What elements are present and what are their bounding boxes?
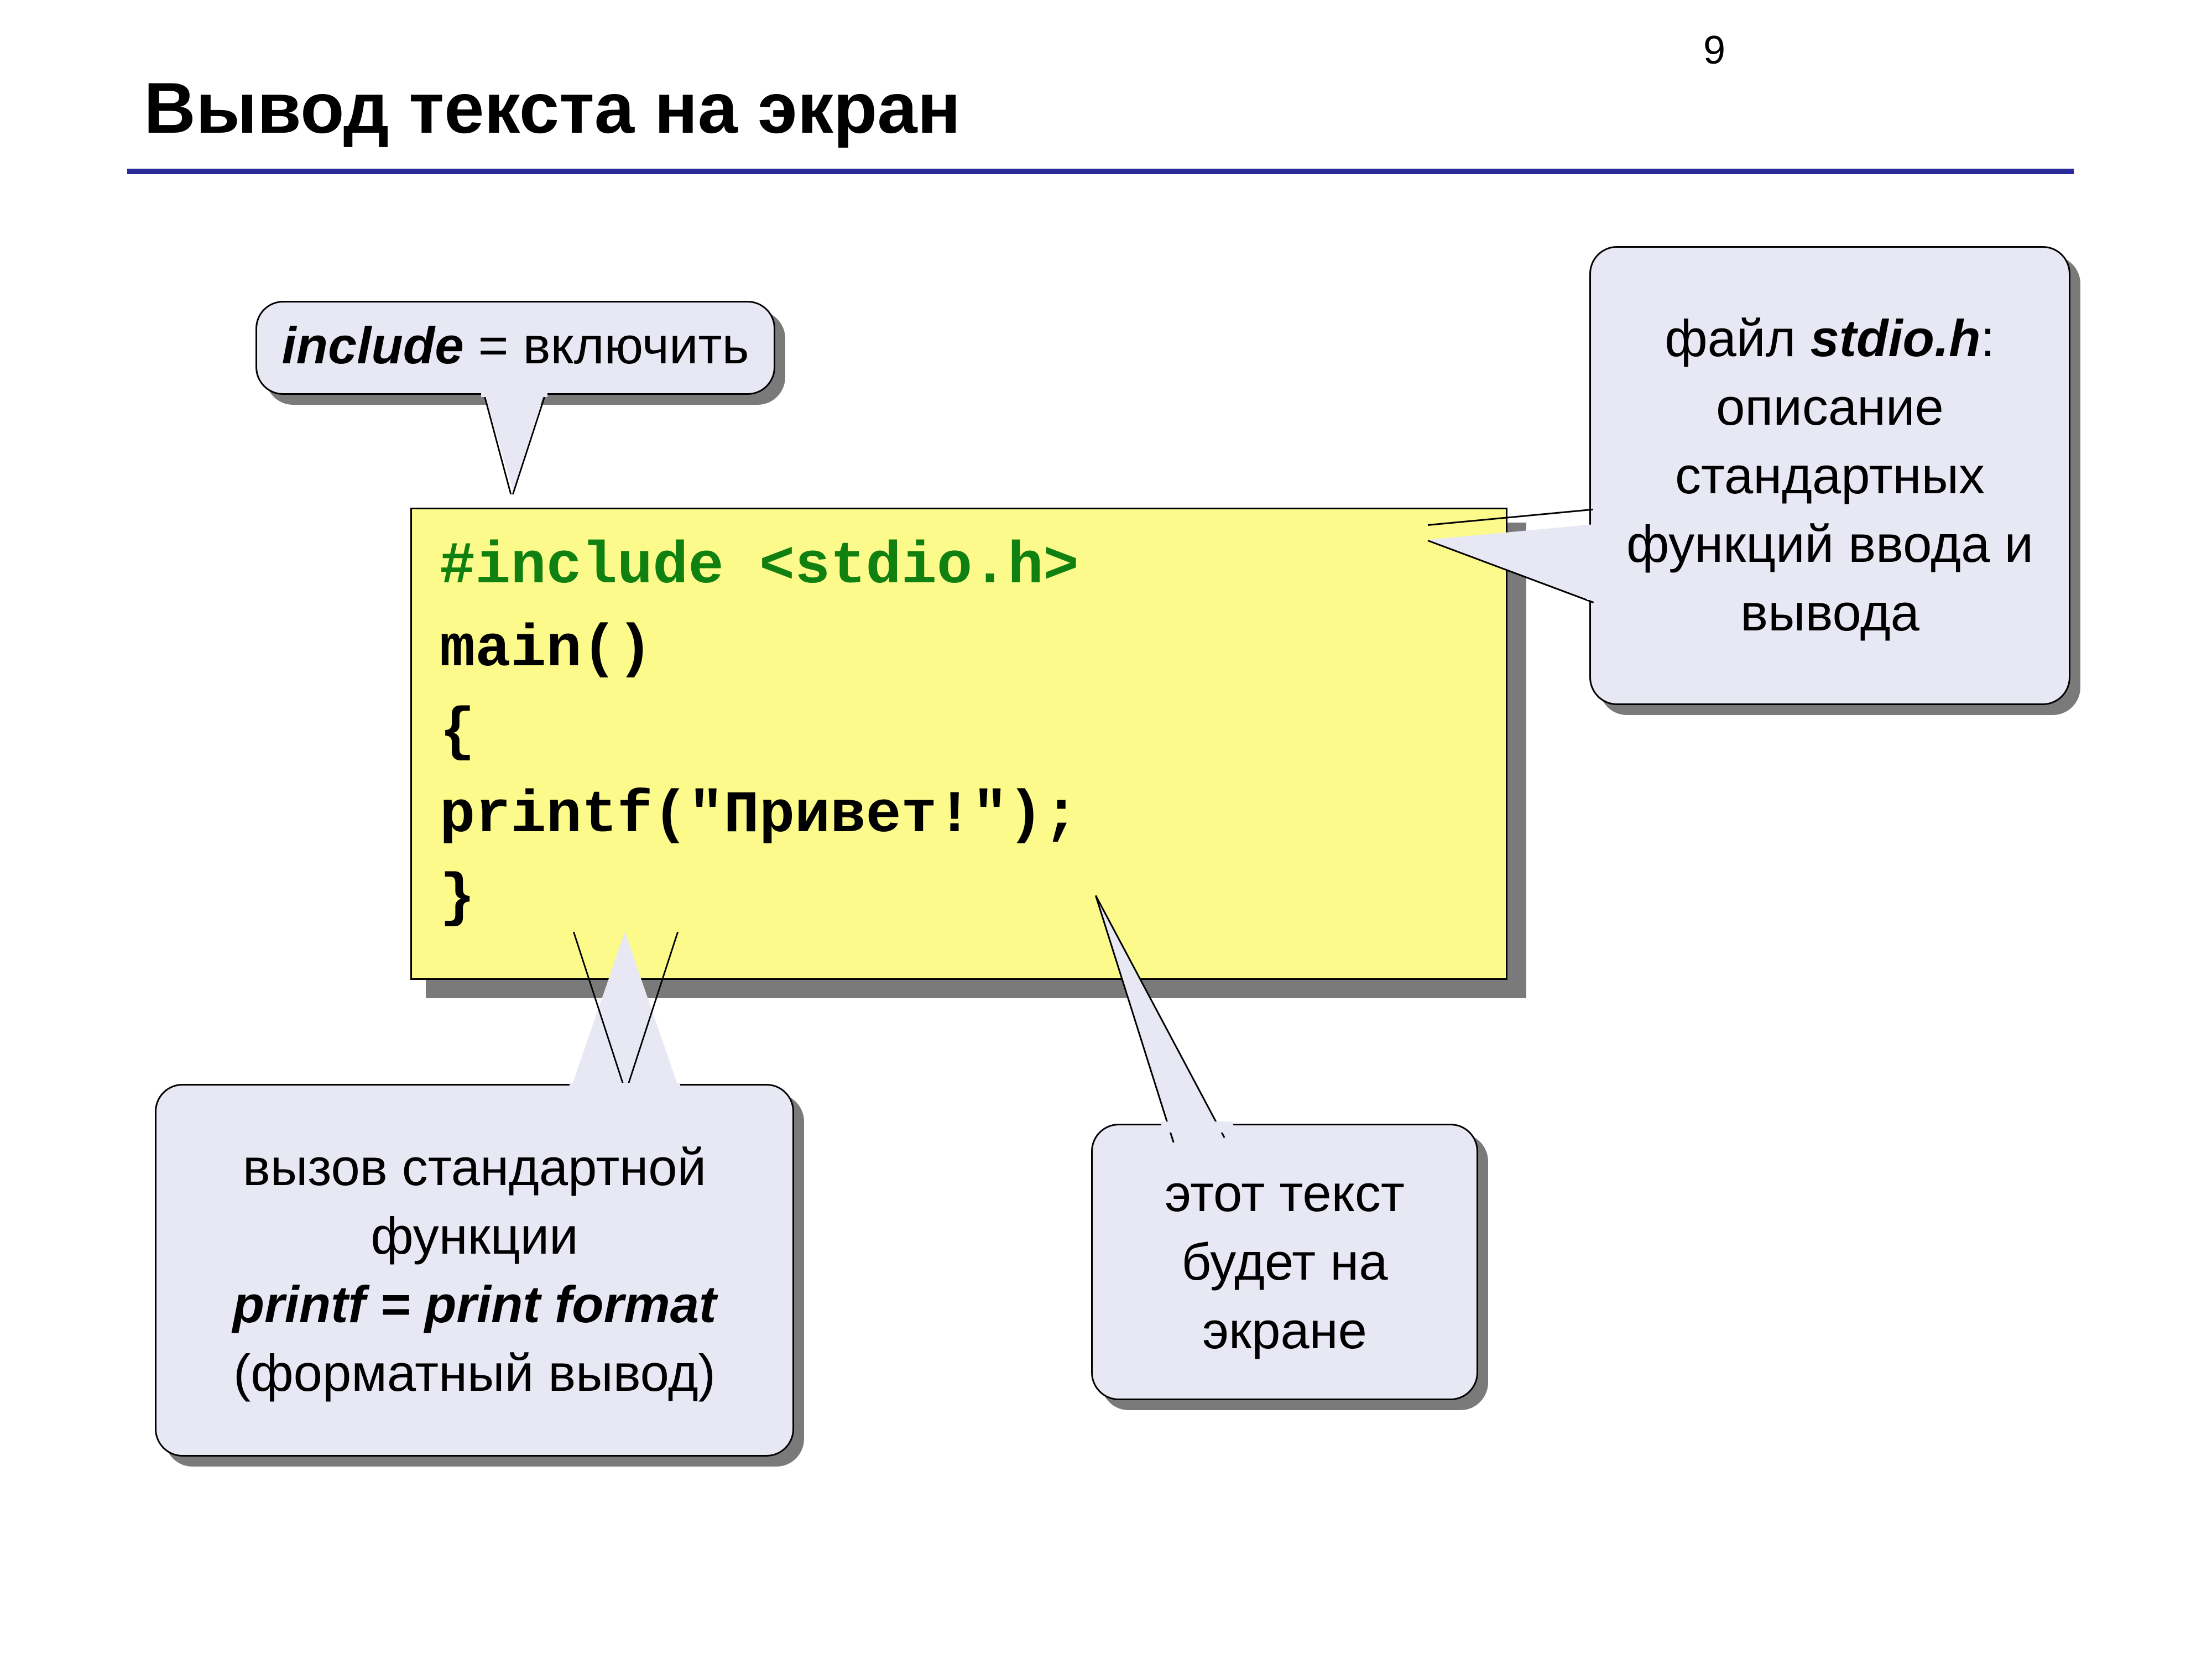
callout-include-rest: = включить	[464, 316, 749, 374]
code-open-brace: {	[440, 700, 475, 766]
code-printf-line: printf("Привет!");	[440, 782, 1079, 849]
code-block: #include <stdio.h> main() { printf("Прив…	[410, 508, 1507, 980]
title-underline	[127, 169, 2074, 174]
callout-screen: этот текст будет на экране	[1091, 1124, 1478, 1400]
page-number: 9	[1703, 28, 1725, 73]
code-include-line: #include <stdio.h>	[440, 534, 1079, 601]
callout-stdio-prefix: файл	[1665, 309, 1810, 367]
callout-printf-line3: (форматный вывод)	[173, 1339, 776, 1407]
callout-printf-em: printf = print format	[173, 1270, 776, 1339]
callout-include-tail	[484, 392, 545, 491]
slide-title: Вывод текста на экран	[144, 66, 961, 149]
callout-printf-line1: вызов стандартной функции	[173, 1133, 776, 1270]
code-close-brace: }	[440, 865, 475, 932]
code-main-line: main()	[440, 617, 653, 684]
callout-printf: вызов стандартной функции printf = print…	[155, 1084, 794, 1457]
slide: 9 Вывод текста на экран #include <stdio.…	[0, 0, 2212, 1659]
callout-screen-text: этот текст будет на экране	[1107, 1159, 1463, 1365]
callout-include-em: include	[281, 316, 463, 374]
callout-stdio-em: stdio.h	[1810, 309, 1980, 367]
callout-include: include = включить	[255, 301, 775, 395]
callout-stdio: файл stdio.h: описание стандартных функц…	[1589, 246, 2070, 705]
code-content: #include <stdio.h> main() { printf("Прив…	[440, 526, 1489, 941]
